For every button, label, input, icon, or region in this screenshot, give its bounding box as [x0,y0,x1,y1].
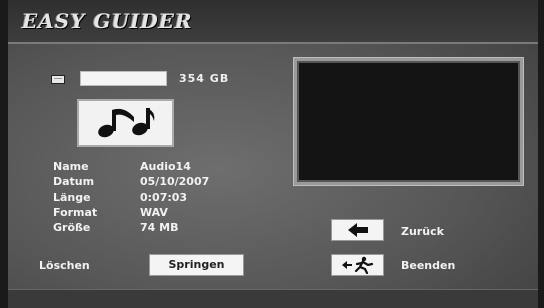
file-info-labels: Name Datum Länge Format Größe [53,159,97,235]
format-value: WAV [140,205,168,219]
length-value: 0:07:03 [140,190,188,204]
music-notes-icon [77,99,174,147]
storage-capacity: 354 GB [179,72,230,85]
storage-usage-bar [80,71,167,86]
size-label: Größe [53,221,91,235]
app-title: EASY GUIDER [22,9,193,33]
format-label: Format [53,205,98,219]
size-value: 74 MB [140,221,179,235]
hard-disk-icon [51,75,65,84]
back-label: Zurück [401,225,444,238]
file-info-values: Audio14 05/10/2007 0:07:03 WAV 74 MB [140,159,209,235]
back-button[interactable] [331,219,384,241]
left-arrow-icon [347,223,368,237]
delete-label[interactable]: Löschen [39,259,90,272]
music-notes-glyph [97,108,154,138]
exit-button[interactable] [331,254,384,276]
exit-running-man-icon [341,256,373,274]
length-label: Länge [53,190,91,204]
header-bar: EASY GUIDER [8,0,538,44]
date-value: 05/10/2007 [140,175,210,189]
exit-label: Beenden [401,259,456,272]
preview-screen [294,58,523,185]
date-label: Datum [53,175,95,189]
name-value: Audio14 [140,160,191,173]
jump-button[interactable]: Springen [149,254,244,276]
footer-bar [8,289,538,308]
name-label: Name [53,160,89,173]
